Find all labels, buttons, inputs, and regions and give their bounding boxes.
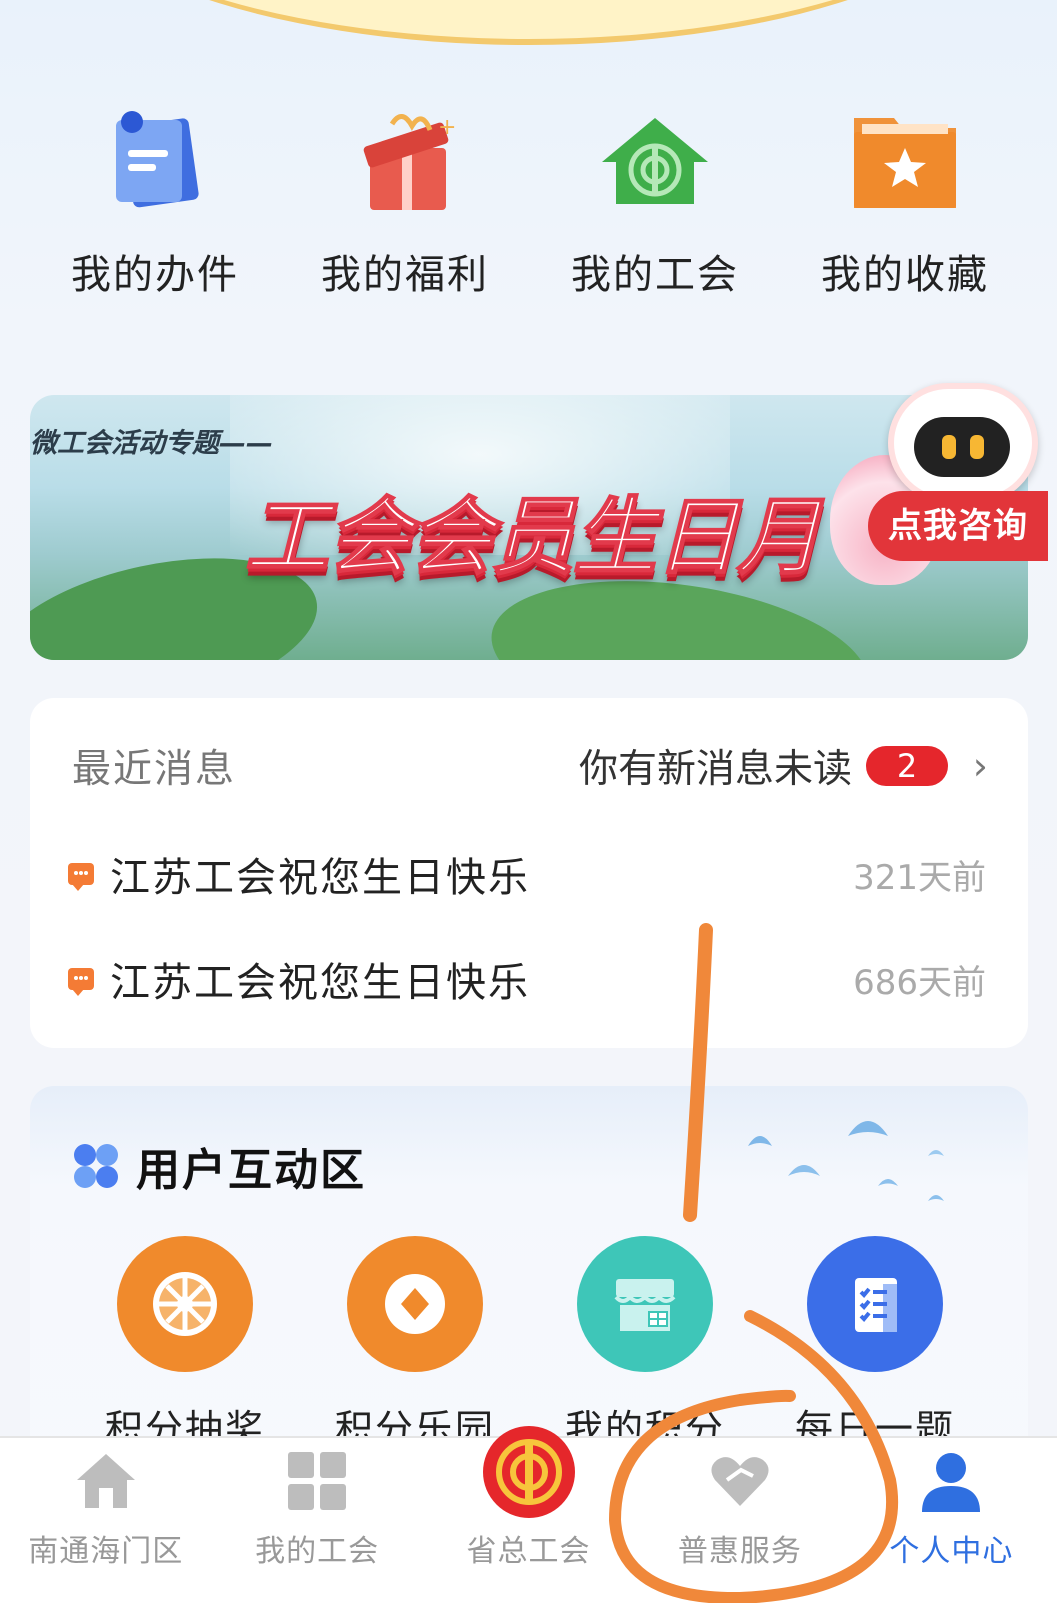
interaction-item-daily-question[interactable]: 每日一题 bbox=[760, 1236, 990, 1453]
bottom-nav: 南通海门区 我的工会 省总工会 普惠服务 个人中心 bbox=[0, 1426, 1057, 1603]
nav-label: 我的工会 bbox=[255, 1534, 380, 1569]
coin-icon bbox=[347, 1236, 483, 1372]
message-bubble-icon bbox=[68, 863, 94, 891]
store-icon bbox=[577, 1236, 713, 1372]
message-text: 江苏工会祝您生日快乐 bbox=[110, 960, 530, 1006]
birds-decoration bbox=[748, 1121, 944, 1201]
nav-item-benefit-service[interactable]: 普惠服务 bbox=[634, 1438, 845, 1603]
nav-item-haimen[interactable]: 南通海门区 bbox=[0, 1438, 211, 1603]
shortcut-label: 我的工会 bbox=[571, 252, 739, 298]
messages-header[interactable]: 最近消息 你有新消息未读 2 › bbox=[72, 738, 988, 792]
interaction-items: 积分抽奖 积分乐园 我的积分 每日一题 bbox=[70, 1236, 990, 1453]
interaction-zone-header: 用户互动区 bbox=[72, 1134, 366, 1198]
recent-messages-card: 最近消息 你有新消息未读 2 › 江苏工会祝您生日快乐 321天前 江苏工会祝您… bbox=[30, 698, 1028, 1048]
home-icon bbox=[71, 1446, 141, 1516]
lottery-wheel-icon bbox=[117, 1236, 253, 1372]
heart-icon bbox=[705, 1446, 775, 1516]
nav-label: 普惠服务 bbox=[677, 1534, 802, 1569]
messages-title: 最近消息 bbox=[72, 747, 237, 792]
shortcut-grid: 我的办件 + 我的福利 我的工会 我的收藏 bbox=[30, 100, 1030, 320]
shortcut-my-affairs[interactable]: 我的办件 bbox=[30, 100, 280, 320]
user-icon bbox=[916, 1446, 986, 1516]
banner-subtitle: 微工会活动专题—— bbox=[30, 428, 273, 459]
message-item[interactable]: 江苏工会祝您生日快乐 686天前 bbox=[68, 949, 986, 1009]
nav-item-my-union[interactable]: 我的工会 bbox=[211, 1438, 422, 1603]
unread-text: 你有新消息未读 bbox=[578, 747, 852, 792]
shortcut-my-union[interactable]: 我的工会 bbox=[530, 100, 780, 320]
unread-count-badge: 2 bbox=[866, 746, 948, 786]
message-text: 江苏工会祝您生日快乐 bbox=[110, 855, 530, 901]
interaction-item-lottery[interactable]: 积分抽奖 bbox=[70, 1236, 300, 1453]
message-time: 321天前 bbox=[853, 857, 986, 898]
svg-text:+: + bbox=[438, 115, 456, 140]
checklist-icon bbox=[807, 1236, 943, 1372]
star-folder-icon bbox=[840, 100, 970, 230]
grid-icon bbox=[282, 1446, 352, 1516]
nav-item-personal-center[interactable]: 个人中心 bbox=[846, 1438, 1057, 1603]
interaction-item-points-park[interactable]: 积分乐园 bbox=[300, 1236, 530, 1453]
unread-summary[interactable]: 你有新消息未读 2 bbox=[579, 738, 948, 794]
message-time: 686天前 bbox=[853, 962, 986, 1003]
document-icon bbox=[90, 100, 220, 230]
message-item[interactable]: 江苏工会祝您生日快乐 321天前 bbox=[68, 844, 986, 904]
consult-robot-button[interactable]: 点我咨询 bbox=[868, 383, 1048, 583]
nav-item-provincial-union[interactable]: 省总工会 bbox=[423, 1426, 634, 1603]
nav-label: 南通海门区 bbox=[28, 1534, 184, 1569]
clover-icon bbox=[74, 1144, 118, 1188]
chevron-right-icon[interactable]: › bbox=[973, 744, 988, 788]
nav-label: 省总工会 bbox=[466, 1534, 591, 1569]
robot-icon bbox=[888, 383, 1038, 503]
header-arc bbox=[40, 0, 1017, 45]
consult-label: 点我咨询 bbox=[868, 491, 1048, 561]
banner-title: 工会会员生日月 bbox=[244, 487, 822, 587]
message-bubble-icon bbox=[68, 968, 94, 996]
shortcut-label: 我的福利 bbox=[321, 252, 489, 298]
interaction-zone-title: 用户互动区 bbox=[136, 1145, 366, 1196]
gift-icon: + bbox=[340, 100, 470, 230]
union-house-icon bbox=[590, 100, 720, 230]
interaction-item-my-points[interactable]: 我的积分 bbox=[530, 1236, 760, 1453]
shortcut-my-favorites[interactable]: 我的收藏 bbox=[780, 100, 1030, 320]
union-emblem-icon bbox=[482, 1426, 575, 1518]
shortcut-label: 我的收藏 bbox=[821, 252, 989, 298]
shortcut-my-welfare[interactable]: + 我的福利 bbox=[280, 100, 530, 320]
shortcut-label: 我的办件 bbox=[71, 252, 239, 298]
nav-label: 个人中心 bbox=[889, 1534, 1014, 1569]
nav-icon-slot bbox=[482, 1426, 575, 1518]
